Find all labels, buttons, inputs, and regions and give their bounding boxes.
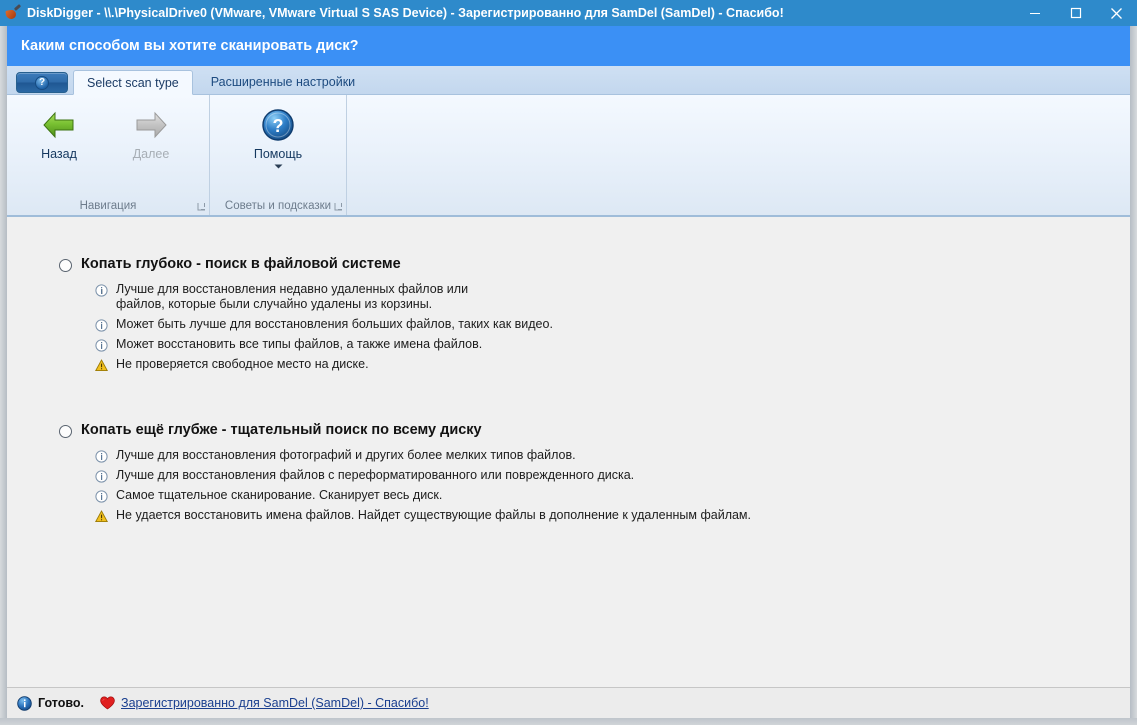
close-button[interactable] xyxy=(1096,0,1137,26)
scan-option-dig-deeper-bullets: Лучше для восстановления фотографий и др… xyxy=(95,448,751,523)
list-item-text: Лучше для восстановления фотографий и др… xyxy=(116,448,576,462)
list-item-text: Может быть лучше для восстановления боль… xyxy=(116,317,553,331)
list-item-text: Не удается восстановить имена файлов. На… xyxy=(116,508,752,522)
help-circle-blue-icon: ? xyxy=(261,105,295,145)
scan-option-dig-deep-title: Копать глубоко - поиск в файловой систем… xyxy=(81,256,401,272)
list-item-text: Самое тщательное сканирование. Сканирует… xyxy=(116,488,443,502)
next-button-label: Далее xyxy=(132,147,170,161)
question-mark-icon: ? xyxy=(35,75,49,90)
list-item: Может восстановить все типы файлов, а та… xyxy=(95,337,553,352)
tab-label: Select scan type xyxy=(87,75,179,90)
radio-button-dig-deep[interactable] xyxy=(59,259,72,272)
info-icon xyxy=(95,490,108,503)
list-item: Лучше для восстановления недавно удаленн… xyxy=(95,282,553,312)
ribbon-group-label-navigation: Навигация xyxy=(79,200,137,212)
list-item: Не проверяется свободное место на диске. xyxy=(95,357,553,372)
info-circle-icon xyxy=(17,695,32,711)
list-item-text: Лучше для восстановления недавно удаленн… xyxy=(116,282,469,311)
arrow-left-green-icon xyxy=(42,105,76,145)
info-icon xyxy=(95,284,108,297)
heart-icon xyxy=(100,696,115,710)
tab-label: Расширенные настройки xyxy=(210,75,356,89)
dialog-launcher-icon[interactable] xyxy=(334,202,343,211)
dialog-launcher-icon[interactable] xyxy=(197,202,206,211)
header-banner: Каким способом вы хотите сканировать дис… xyxy=(7,26,1130,66)
chevron-down-icon[interactable] xyxy=(274,164,283,169)
scan-option-dig-deep-radio-row[interactable]: Копать глубоко - поиск в файловой систем… xyxy=(59,256,553,272)
svg-text:?: ? xyxy=(273,116,284,136)
scan-option-dig-deeper-radio-row[interactable]: Копать ещё глубже - тщательный поиск по … xyxy=(59,422,751,438)
shovel-icon xyxy=(5,4,22,21)
minimize-button[interactable] xyxy=(1014,0,1055,26)
maximize-icon xyxy=(1070,7,1081,19)
list-item-text: Лучше для восстановления файлов с перефо… xyxy=(116,468,635,482)
next-button[interactable]: Далее xyxy=(108,105,194,175)
application-window: DiskDigger - \\.\PhysicalDrive0 (VMware,… xyxy=(0,0,1137,725)
scan-option-dig-deep: Копать глубоко - поиск в файловой систем… xyxy=(59,256,553,377)
window-frame-left xyxy=(0,26,7,725)
info-icon xyxy=(95,470,108,483)
window-title: DiskDigger - \\.\PhysicalDrive0 (VMware,… xyxy=(27,6,784,20)
close-icon xyxy=(1111,7,1122,19)
back-button-label: Назад xyxy=(41,147,77,161)
scan-option-dig-deeper: Копать ещё глубже - тщательный поиск по … xyxy=(59,422,751,528)
tab-advanced-settings[interactable]: Расширенные настройки xyxy=(198,70,368,94)
ribbon-group-navigation: Назад Далее Навигация xyxy=(7,95,210,215)
list-item: Не удается восстановить имена файлов. На… xyxy=(95,508,751,523)
warning-icon xyxy=(95,359,108,372)
list-item: Лучше для восстановления фотографий и др… xyxy=(95,448,751,463)
registration-link[interactable]: Зарегистрированно для SamDel (SamDel) - … xyxy=(121,696,429,710)
window-frame-bottom xyxy=(0,718,1137,725)
main-content: Копать глубоко - поиск в файловой систем… xyxy=(7,219,1130,680)
back-button[interactable]: Назад xyxy=(16,105,102,175)
info-icon xyxy=(95,450,108,463)
maximize-button[interactable] xyxy=(1055,0,1096,26)
help-button-label: Помощь xyxy=(253,147,303,161)
ribbon-group-label-tips: Советы и подсказки xyxy=(224,200,332,212)
scan-option-dig-deeper-title: Копать ещё глубже - тщательный поиск по … xyxy=(81,422,482,438)
ribbon-toolbar: Назад Далее Навигация ? Помощь Советы и … xyxy=(7,95,1130,217)
scan-option-dig-deep-bullets: Лучше для восстановления недавно удаленн… xyxy=(95,282,553,372)
radio-button-dig-deeper[interactable] xyxy=(59,425,72,438)
status-bar: Готово. Зарегистрированно для SamDel (Sa… xyxy=(7,687,1130,718)
list-item-text: Не проверяется свободное место на диске. xyxy=(116,357,369,371)
title-bar[interactable]: DiskDigger - \\.\PhysicalDrive0 (VMware,… xyxy=(0,0,1137,26)
ribbon-group-tips: ? Помощь Советы и подсказки xyxy=(210,95,347,215)
tab-strip: ? Select scan type Расширенные настройки xyxy=(7,66,1130,95)
window-frame-right xyxy=(1130,26,1137,725)
tab-select-scan-type[interactable]: Select scan type xyxy=(73,70,193,95)
window-controls xyxy=(1014,0,1137,26)
status-text: Готово. xyxy=(38,696,85,710)
list-item: Самое тщательное сканирование. Сканирует… xyxy=(95,488,751,503)
minimize-icon xyxy=(1029,13,1040,14)
help-quick-button[interactable]: ? xyxy=(16,72,68,93)
list-item: Лучше для восстановления файлов с перефо… xyxy=(95,468,751,483)
page-title: Каким способом вы хотите сканировать дис… xyxy=(21,38,359,54)
help-button[interactable]: ? Помощь xyxy=(218,105,338,175)
arrow-right-grey-icon xyxy=(134,105,168,145)
list-item: Может быть лучше для восстановления боль… xyxy=(95,317,553,332)
info-icon xyxy=(95,319,108,332)
info-icon xyxy=(95,339,108,352)
list-item-text: Может восстановить все типы файлов, а та… xyxy=(116,337,483,351)
warning-icon xyxy=(95,510,108,523)
